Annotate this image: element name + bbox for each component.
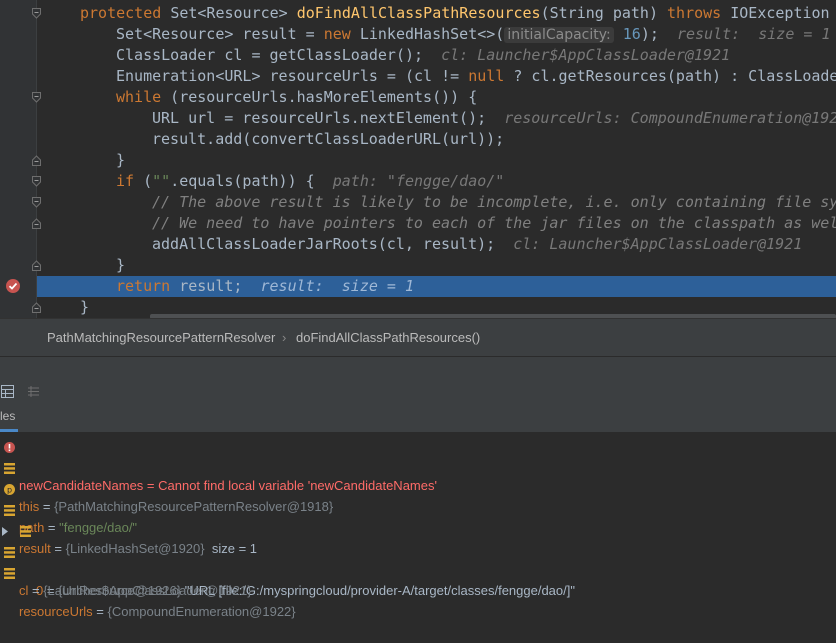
fold-icon[interactable] [32,8,41,19]
variable-name: resourceUrls [19,604,93,619]
code-line[interactable]: addAllClassLoaderJarRoots(cl, result); c… [152,234,802,255]
variable-row[interactable]: newCandidateNames = Cannot find local va… [0,433,836,493]
threads-icon[interactable] [27,383,40,397]
keyword: while [116,88,162,106]
code-line[interactable]: protected Set<Resource> doFindAllClassPa… [80,3,836,24]
frames-icon[interactable] [1,383,14,398]
keyword: null [468,67,505,85]
code-text: LinkedHashSet<>( [350,25,505,43]
code-text: .equals(path)) { [170,172,315,190]
code-line[interactable]: if ("".equals(path)) { path: "fengge/dao… [116,171,504,192]
variable-equals: = [92,604,108,619]
field-icon [4,543,15,558]
fold-icon[interactable] [32,176,41,187]
code-line[interactable]: while (resourceUrls.hasMoreElements()) { [116,87,477,108]
keyword: if [116,172,135,190]
fold-icon[interactable] [32,197,41,208]
code-text: (String path) [540,4,658,22]
code-line-current[interactable]: return result; result: size = 1 [116,276,414,297]
code-line[interactable]: Enumeration<URL> resourceUrls = (cl != n… [116,66,836,87]
fold-icon[interactable] [32,218,41,229]
code-comment: // We need to have pointers to each of t… [152,214,836,232]
inline-debug-value: resourceUrls: CompoundEnumeration@1922 [504,109,836,127]
code-text: (resourceUrls.hasMoreElements()) { [161,88,478,106]
code-text: ClassLoader cl = getClassLoader(); [116,46,424,64]
code-text: result; [170,277,243,295]
variable-equals: = [28,583,44,598]
method-name: doFindAllClassPathResources [296,4,541,22]
variable-row[interactable]: result = {LinkedHashSet@1920} size = 1 [0,496,836,556]
variable-row[interactable]: this = {PathMatchingResourcePatternResol… [0,454,836,514]
keyword: throws [667,4,722,22]
code-line[interactable]: // The above result is likely to be inco… [152,192,836,213]
editor-gutter[interactable] [0,0,36,318]
field-icon [4,501,15,516]
keyword: return [116,277,171,295]
field-icon [4,459,15,474]
fold-icon[interactable] [32,92,41,103]
variable-row[interactable]: 0 = {UrlResource@1926} "URL [file:/G:/my… [0,517,836,598]
code-text: ? cl.getResources(path) : ClassLoade [504,67,836,85]
code-line[interactable]: } [116,150,125,171]
code-line[interactable]: result.add(convertClassLoaderURL(url)); [152,129,504,150]
variable-value: {CompoundEnumeration@1922} [107,604,296,619]
variable-name: cl [19,583,29,598]
code-line[interactable]: } [80,297,89,318]
inline-debug-value: result: size = 1 [260,277,415,295]
fold-icon[interactable] [32,155,41,166]
svg-text:p: p [7,486,12,495]
variables-header [0,403,836,433]
inline-debug-value: cl: Launcher$AppClassLoader@1921 [513,235,803,253]
variable-row[interactable]: p path = "fengge/dao/" [0,475,836,535]
code-comment: // The above result is likely to be inco… [152,193,836,211]
breakpoint-icon[interactable] [5,278,21,294]
code-text: URL url = resourceUrls.nextElement(); [152,109,487,127]
code-text: } [116,151,126,169]
code-text: IOException { [730,4,836,22]
inline-debug-value: cl: Launcher$AppClassLoader@1921 [441,46,731,64]
code-line[interactable]: ClassLoader cl = getClassLoader(); cl: L… [116,45,730,66]
field-icon [20,522,31,537]
parameter-hint: initialCapacity: [504,27,614,43]
code-text: Set<Resource> [170,4,288,22]
number-literal: 16 [622,25,641,43]
fold-icon[interactable] [32,302,41,313]
error-icon [4,438,15,453]
inline-debug-value: path: "fengge/dao/" [332,172,505,190]
expand-arrow-icon[interactable] [1,522,9,536]
code-text: result.add(convertClassLoaderURL(url)); [152,130,505,148]
variables-panel[interactable]: newCandidateNames = Cannot find local va… [0,432,836,619]
code-text: ); [640,25,659,43]
debug-toolbar [0,377,836,403]
breadcrumb: PathMatchingResourcePatternResolver › do… [0,318,836,357]
code-line[interactable]: // We need to have pointers to each of t… [152,213,836,234]
breadcrumb-separator: › [282,330,287,345]
variable-value: {Launcher$AppClassLoader@1921} [43,583,252,598]
variable-row[interactable]: cl = {Launcher$AppClassLoader@1921} [0,538,836,598]
keyword: new [323,25,351,43]
breadcrumb-class[interactable]: PathMatchingResourcePatternResolver [47,330,275,345]
param-icon: p [4,480,15,495]
code-line[interactable]: URL url = resourceUrls.nextElement(); re… [152,108,836,129]
code-text: Enumeration<URL> resourceUrls = (cl != [116,67,469,85]
string-literal: "" [152,172,171,190]
inline-debug-value: result: size = 1 [676,25,831,43]
keyword: protected [80,4,162,22]
code-text: Set<Resource> result = [116,25,324,43]
panel-divider[interactable] [0,356,836,378]
code-text: } [80,298,90,316]
fold-icon[interactable] [32,260,41,271]
tab-variables[interactable]: les [0,409,15,423]
code-line[interactable]: } [116,255,125,276]
code-editor[interactable]: protected Set<Resource> doFindAllClassPa… [0,0,836,318]
code-line[interactable]: Set<Resource> result = new LinkedHashSet… [116,24,830,45]
code-text: addAllClassLoaderJarRoots(cl, result); [152,235,496,253]
variable-row[interactable]: resourceUrls = {CompoundEnumeration@1922… [0,559,836,619]
code-text: ( [134,172,153,190]
breadcrumb-method[interactable]: doFindAllClassPathResources() [296,330,480,345]
code-text: } [116,256,126,274]
field-icon [4,564,15,579]
